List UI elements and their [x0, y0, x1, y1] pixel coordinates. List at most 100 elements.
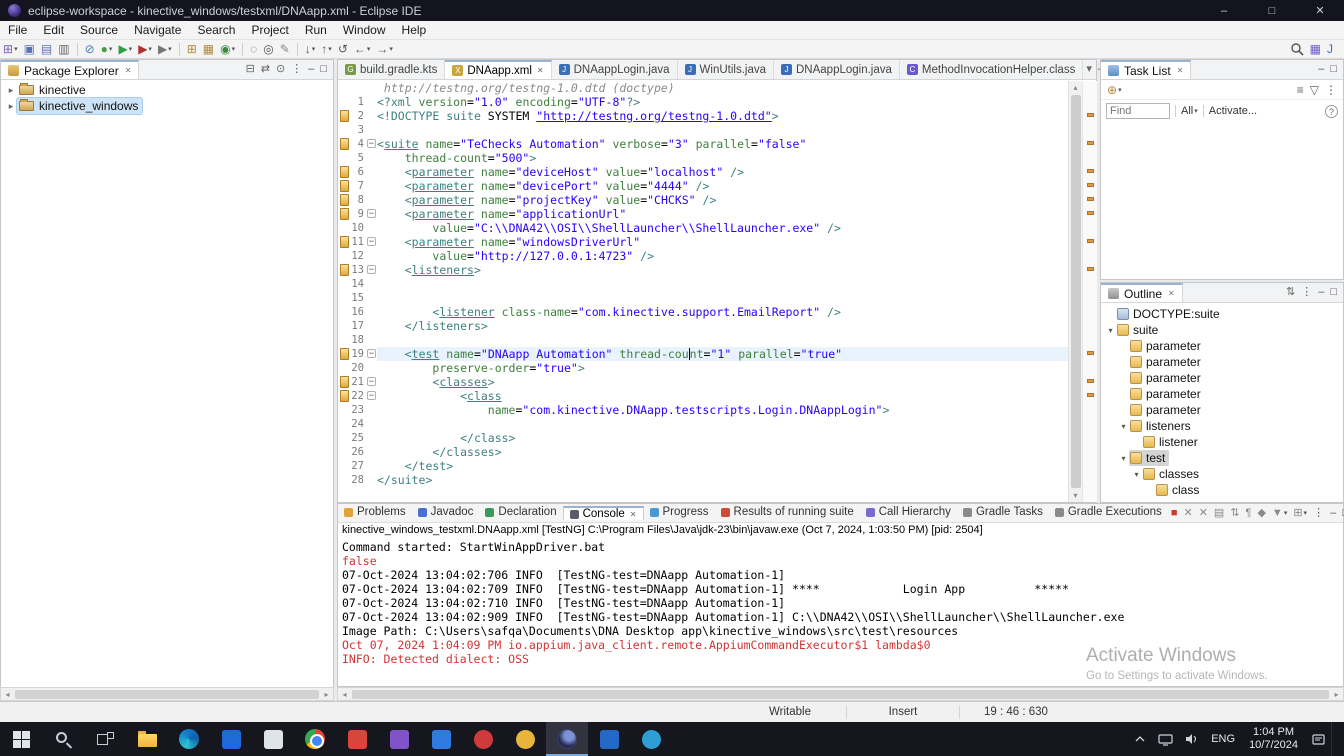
console-tab[interactable]: Results of running suite — [715, 506, 860, 518]
view-tab-package-explorer[interactable]: Package Explorer ✕ — [1, 60, 140, 79]
run-icon[interactable]: ▶ ▾ — [116, 41, 134, 58]
scroll-up-icon[interactable]: ▴ — [1069, 81, 1082, 94]
outline-node[interactable]: parameter — [1101, 370, 1343, 386]
link-with-editor-icon[interactable]: ⇄ — [259, 61, 272, 78]
outline-node[interactable]: ▾ listeners — [1101, 418, 1343, 434]
maximize-icon[interactable]: □ — [1328, 61, 1339, 78]
filter-icon[interactable]: ▽ — [1308, 81, 1321, 98]
forward-icon[interactable]: → ▾ — [374, 41, 395, 58]
skip-breakpoints-icon[interactable]: ⊘ — [83, 41, 97, 58]
remove-all-launches-icon[interactable]: ✕ — [1197, 505, 1210, 522]
project-item[interactable]: ▸ kinective_windows — [1, 97, 333, 115]
chevron-down-icon[interactable]: ▾ — [1118, 454, 1129, 463]
annotation-mark[interactable] — [1087, 113, 1094, 117]
print-icon[interactable]: ▥ — [56, 41, 71, 58]
blue-window-app[interactable] — [420, 722, 462, 756]
fold-toggle-icon[interactable]: − — [367, 237, 376, 247]
menu-project[interactable]: Project — [243, 23, 296, 37]
console-tab[interactable]: Call Hierarchy — [860, 506, 957, 518]
scroll-left-icon[interactable]: ◂ — [338, 690, 351, 699]
annotation-mark[interactable] — [1087, 239, 1094, 243]
console-tab[interactable]: Problems — [338, 506, 412, 518]
annotation-mark[interactable] — [1087, 351, 1094, 355]
display-tray-icon[interactable] — [1152, 722, 1179, 756]
outline-node[interactable]: parameter — [1101, 402, 1343, 418]
code-lines[interactable]: http://testng.org/testng-1.0.dtd (doctyp… — [339, 81, 1068, 502]
console-tab[interactable]: Console ✕ — [562, 506, 644, 520]
pkg-horizontal-scrollbar[interactable]: ◂ ▸ — [0, 687, 334, 701]
overview-ruler[interactable] — [1082, 81, 1097, 502]
menu-search[interactable]: Search — [189, 23, 243, 37]
outline-node[interactable]: parameter — [1101, 386, 1343, 402]
scroll-thumb[interactable] — [352, 689, 1329, 699]
annotation-mark[interactable] — [1087, 393, 1094, 397]
expand-collapse-icon[interactable]: ⇅ — [1284, 284, 1297, 301]
close-icon[interactable]: ✕ — [537, 66, 544, 75]
hidden-icons-button[interactable] — [1128, 722, 1152, 756]
minimize-window-button[interactable]: – — [1200, 0, 1248, 21]
editor-tab[interactable]: J DNAappLogin.java — [774, 60, 900, 79]
editor-tab[interactable]: C MethodInvocationHelper.class — [900, 60, 1084, 79]
minimize-icon[interactable]: – — [1316, 61, 1326, 78]
console-tab[interactable]: Gradle Tasks — [957, 506, 1049, 518]
view-tab-task-list[interactable]: Task List ✕ — [1101, 60, 1192, 79]
chevron-down-icon[interactable]: ▾ — [1105, 326, 1116, 335]
chevron-down-icon[interactable]: ▾ — [1118, 422, 1129, 431]
edge-app[interactable] — [168, 722, 210, 756]
back-icon[interactable]: ← ▾ — [352, 41, 373, 58]
quick-search-icon[interactable] — [1287, 42, 1307, 56]
help-icon[interactable]: ? — [1325, 104, 1338, 118]
new-class-icon[interactable]: ◉ ▾ — [218, 41, 237, 58]
new-package-icon[interactable]: ▦ — [201, 41, 216, 58]
chevron-down-icon[interactable]: ▾ — [1131, 470, 1142, 479]
maximize-icon[interactable]: □ — [1328, 284, 1339, 301]
annotation-mark[interactable] — [1087, 267, 1094, 271]
outline-node[interactable]: ▾ test — [1101, 450, 1343, 466]
annotation-mark[interactable] — [1087, 197, 1094, 201]
console-tab[interactable]: Javadoc — [412, 506, 480, 518]
task-filter-all[interactable]: All — [1181, 105, 1193, 117]
start-button[interactable] — [0, 722, 42, 756]
find-input[interactable] — [1106, 103, 1170, 119]
fold-toggle-icon[interactable]: − — [367, 349, 376, 359]
scroll-right-icon[interactable]: ▸ — [320, 690, 333, 699]
console-horizontal-scrollbar[interactable]: ◂ ▸ — [337, 687, 1344, 701]
outline-node[interactable]: parameter — [1101, 354, 1343, 370]
view-menu-icon[interactable]: ⋮ — [289, 61, 304, 78]
debug-icon[interactable]: ● ▾ — [99, 41, 115, 58]
maximize-window-button[interactable]: □ — [1248, 0, 1296, 21]
save-all-icon[interactable]: ▤ — [39, 41, 54, 58]
chevron-right-icon[interactable]: ▸ — [5, 85, 17, 96]
blue-square-app[interactable] — [588, 722, 630, 756]
new-wizard-icon[interactable]: ⊞ ▾ — [1, 41, 20, 58]
coverage-icon[interactable]: ▶ ▾ — [136, 41, 154, 58]
menu-navigate[interactable]: Navigate — [126, 23, 189, 37]
console-body[interactable]: Command started: StartWinAppDriver.bat fa… — [338, 538, 1343, 666]
volume-tray-icon[interactable] — [1179, 722, 1205, 756]
annotation-mark[interactable] — [1087, 211, 1094, 215]
menu-help[interactable]: Help — [394, 23, 435, 37]
close-icon[interactable]: ✕ — [125, 66, 132, 75]
display-console-icon[interactable]: ▼ ▾ — [1270, 505, 1289, 522]
last-edit-location-icon[interactable]: ↺ — [336, 41, 350, 58]
word-wrap-icon[interactable]: ¶ — [1244, 505, 1254, 522]
close-window-button[interactable]: ✕ — [1296, 0, 1344, 21]
annotation-mark[interactable] — [1087, 183, 1094, 187]
console-tab[interactable]: Progress — [644, 506, 715, 518]
editor-vertical-scrollbar[interactable]: ▴ ▾ — [1068, 81, 1082, 502]
clock[interactable]: 1:04 PM 10/7/2024 — [1241, 722, 1306, 756]
new-java-project-icon[interactable]: ⊞ — [185, 41, 199, 58]
menu-window[interactable]: Window — [335, 23, 394, 37]
tab-list-icon[interactable]: ▾ — [1084, 61, 1094, 78]
file-explorer-app[interactable] — [126, 722, 168, 756]
view-menu-icon[interactable]: ⋮ — [1299, 284, 1314, 301]
action-center-button[interactable] — [1306, 722, 1331, 756]
language-indicator[interactable]: ENG — [1205, 722, 1241, 756]
view-menu-icon[interactable]: ⋮ — [1323, 81, 1339, 98]
annotation-mark[interactable] — [1087, 379, 1094, 383]
scroll-lock-icon[interactable]: ⇅ — [1228, 505, 1241, 522]
mark-occurrences-icon[interactable]: ✎ — [278, 41, 292, 58]
clear-console-icon[interactable]: ▤ — [1212, 505, 1226, 522]
yellow-app[interactable] — [504, 722, 546, 756]
activate-link[interactable]: Activate... — [1209, 105, 1257, 117]
